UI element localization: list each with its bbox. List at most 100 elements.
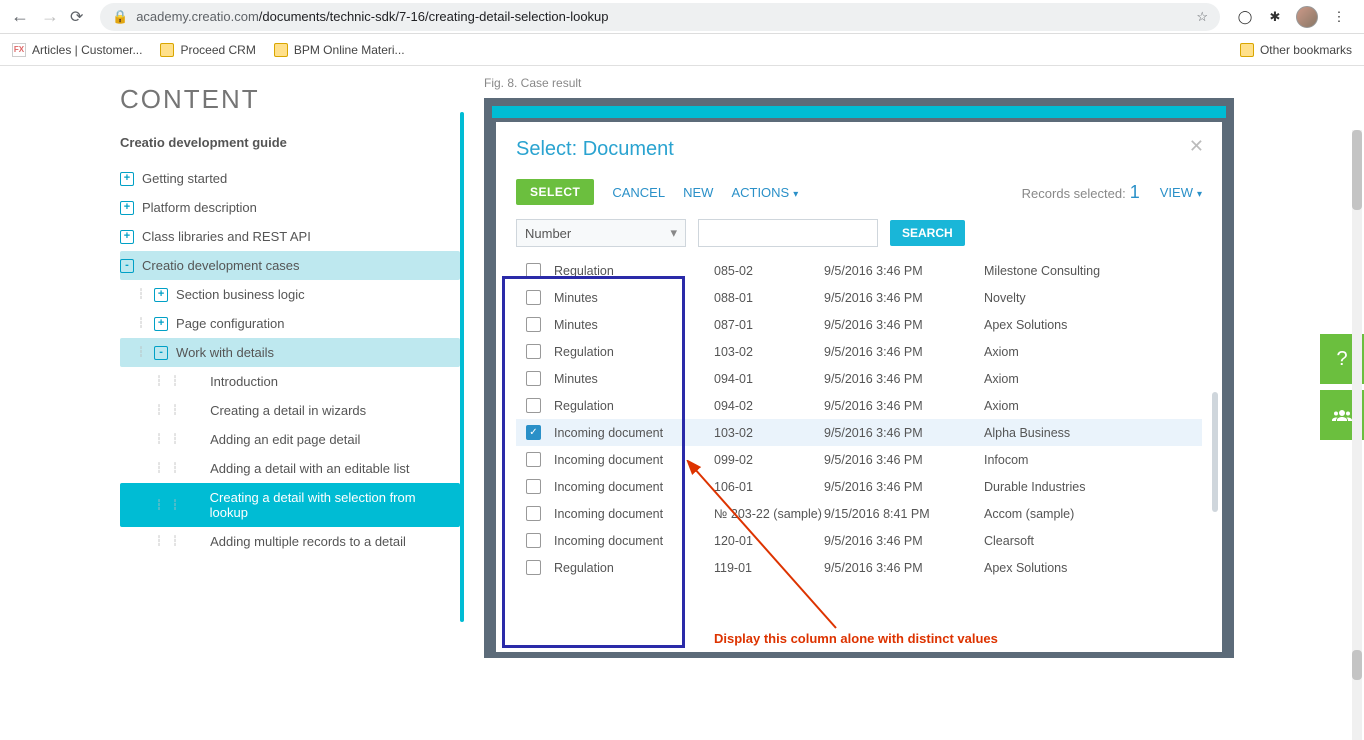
expander-icon[interactable]: + (120, 230, 134, 244)
page-scrollbar-thumb[interactable] (1352, 130, 1362, 210)
search-input[interactable] (698, 219, 878, 247)
search-button[interactable]: SEARCH (890, 220, 965, 246)
back-button[interactable]: ← (10, 6, 30, 27)
cell-account: Durable Industries (984, 480, 1198, 494)
table-row[interactable]: Regulation119-019/5/2016 3:46 PMApex Sol… (516, 554, 1202, 581)
table-row[interactable]: ✓Incoming document103-029/5/2016 3:46 PM… (516, 419, 1202, 446)
filter-field-select[interactable]: Number (516, 219, 686, 247)
page-scrollbar-thumb[interactable] (1352, 650, 1362, 680)
tree-item[interactable]: ┆┆Adding multiple records to a detail (120, 527, 460, 556)
cell-number: № 203-22 (sample) (714, 507, 824, 521)
row-checkbox[interactable] (526, 479, 541, 494)
select-button[interactable]: SELECT (516, 179, 594, 205)
row-checkbox[interactable] (526, 506, 541, 521)
results-grid: Regulation085-029/5/2016 3:46 PMMileston… (516, 257, 1202, 581)
close-icon[interactable]: ✕ (1189, 136, 1204, 157)
tree-item[interactable]: -Creatio development cases (120, 251, 460, 280)
profile-avatar[interactable] (1296, 6, 1318, 28)
new-button[interactable]: NEW (683, 185, 713, 200)
cell-type: Minutes (554, 372, 714, 386)
bookmark-item[interactable]: Proceed CRM (160, 43, 255, 57)
table-row[interactable]: Minutes094-019/5/2016 3:46 PMAxiom (516, 365, 1202, 392)
expander-icon[interactable]: - (120, 259, 134, 273)
tree-item[interactable]: ┆+Section business logic (120, 280, 460, 309)
grid-scrollbar[interactable] (1212, 392, 1218, 512)
annotation-text: Display this column alone with distinct … (714, 631, 998, 646)
row-checkbox[interactable] (526, 533, 541, 548)
cancel-button[interactable]: CANCEL (612, 185, 665, 200)
table-row[interactable]: Incoming document№ 203-22 (sample)9/15/2… (516, 500, 1202, 527)
tree-item[interactable]: ┆+Page configuration (120, 309, 460, 338)
bookmark-item[interactable]: FXArticles | Customer... (12, 43, 142, 57)
table-row[interactable]: Minutes088-019/5/2016 3:46 PMNovelty (516, 284, 1202, 311)
table-row[interactable]: Minutes087-019/5/2016 3:46 PMApex Soluti… (516, 311, 1202, 338)
row-checkbox[interactable]: ✓ (526, 425, 541, 440)
cell-account: Milestone Consulting (984, 264, 1198, 278)
cell-account: Apex Solutions (984, 318, 1198, 332)
bookmark-item[interactable]: BPM Online Materi... (274, 43, 405, 57)
row-checkbox[interactable] (526, 317, 541, 332)
tree-item[interactable]: + Class libraries and REST API (120, 222, 460, 251)
cell-account: Clearsoft (984, 534, 1198, 548)
cell-account: Apex Solutions (984, 561, 1198, 575)
tree-label: Creating a detail in wizards (210, 403, 366, 418)
tree-label: Platform description (142, 200, 257, 215)
row-checkbox[interactable] (526, 290, 541, 305)
tree-item[interactable]: ┆┆Adding a detail with an editable list (120, 454, 460, 483)
tree-item[interactable]: ┆┆Creating a detail with selection from … (120, 483, 460, 527)
tree-label: Work with details (176, 345, 274, 360)
reload-button[interactable]: ⟳ (70, 7, 90, 27)
cell-number: 120-01 (714, 534, 824, 548)
expander-icon[interactable]: + (154, 317, 168, 331)
expander-icon[interactable]: + (120, 172, 134, 186)
cell-date: 9/5/2016 3:46 PM (824, 561, 984, 575)
cell-date: 9/5/2016 3:46 PM (824, 318, 984, 332)
table-row[interactable]: Regulation094-029/5/2016 3:46 PMAxiom (516, 392, 1202, 419)
expander-icon[interactable]: - (154, 346, 168, 360)
row-checkbox[interactable] (526, 371, 541, 386)
tree-label: Introduction (210, 374, 278, 389)
table-row[interactable]: Incoming document106-019/5/2016 3:46 PMD… (516, 473, 1202, 500)
other-bookmarks[interactable]: Other bookmarks (1240, 43, 1352, 57)
row-checkbox[interactable] (526, 398, 541, 413)
table-row[interactable]: Regulation085-029/5/2016 3:46 PMMileston… (516, 257, 1202, 284)
content-subtitle: Creatio development guide (120, 135, 460, 150)
nav-tree: +Getting started+Platform description+Cl… (120, 164, 460, 556)
star-icon[interactable]: ☆ (1196, 9, 1208, 25)
cell-number: 106-01 (714, 480, 824, 494)
tree-item[interactable]: ┆┆Adding an edit page detail (120, 425, 460, 454)
cell-type: Regulation (554, 264, 714, 278)
tree-label: Adding an edit page detail (210, 432, 360, 447)
cell-type: Minutes (554, 291, 714, 305)
sync-icon[interactable]: ◯ (1236, 8, 1254, 26)
cell-account: Axiom (984, 399, 1198, 413)
page-scrollbar-track[interactable] (1352, 130, 1362, 740)
row-checkbox[interactable] (526, 263, 541, 278)
cell-type: Regulation (554, 399, 714, 413)
tree-item[interactable]: ┆-Work with details (120, 338, 460, 367)
cell-number: 088-01 (714, 291, 824, 305)
tree-item[interactable]: ┆┆Introduction (120, 367, 460, 396)
table-row[interactable]: Regulation103-029/5/2016 3:46 PMAxiom (516, 338, 1202, 365)
table-row[interactable]: Incoming document120-019/5/2016 3:46 PMC… (516, 527, 1202, 554)
expander-icon[interactable]: + (120, 201, 134, 215)
tree-item[interactable]: + Platform description (120, 193, 460, 222)
row-checkbox[interactable] (526, 344, 541, 359)
extensions-icon[interactable]: ✱ (1266, 8, 1284, 26)
tree-item[interactable]: +Getting started (120, 164, 460, 193)
menu-icon[interactable]: ⋮ (1330, 8, 1348, 26)
view-dropdown[interactable]: VIEW (1160, 185, 1202, 200)
actions-dropdown[interactable]: ACTIONS (731, 185, 798, 200)
expander-icon[interactable]: + (154, 288, 168, 302)
address-bar[interactable]: 🔒 academy.creatio.com/documents/technic-… (100, 3, 1220, 31)
tree-item[interactable]: ┆┆Creating a detail in wizards (120, 396, 460, 425)
row-checkbox[interactable] (526, 452, 541, 467)
search-row: Number SEARCH (516, 219, 1202, 247)
cell-number: 094-01 (714, 372, 824, 386)
cell-number: 103-02 (714, 426, 824, 440)
cell-date: 9/5/2016 3:46 PM (824, 453, 984, 467)
cell-account: Alpha Business (984, 426, 1198, 440)
tree-label: Class libraries and REST API (142, 229, 311, 244)
table-row[interactable]: Incoming document099-029/5/2016 3:46 PMI… (516, 446, 1202, 473)
row-checkbox[interactable] (526, 560, 541, 575)
